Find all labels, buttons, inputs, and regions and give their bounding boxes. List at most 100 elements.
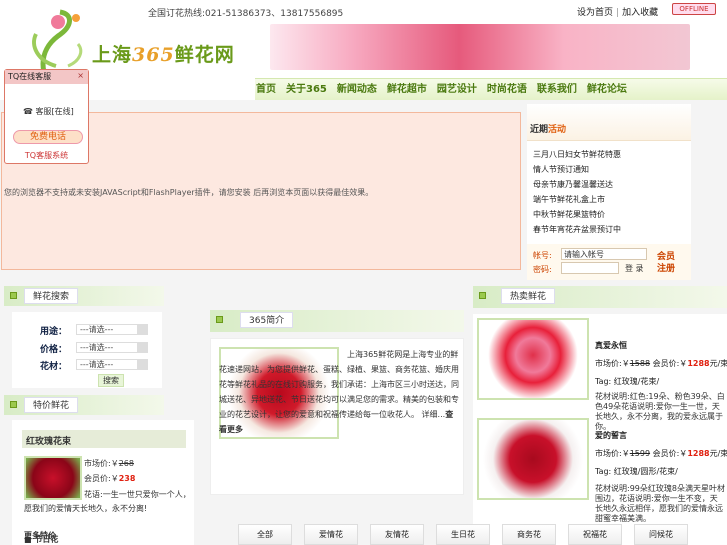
hot-price: 市场价:￥1599 会员价:￥1288元/束: [595, 448, 727, 459]
new-price-label: 会员价:￥: [652, 449, 688, 458]
price-select[interactable]: ---请选---: [76, 342, 148, 353]
add-favorite-link[interactable]: 加入收藏: [622, 8, 658, 18]
tab-love[interactable]: 爱情花: [304, 524, 358, 545]
special-description: 花语:一生一世只爱你一个人，愿我们的爱情天长地久，永不分离!: [24, 490, 191, 513]
tq-chat-widget: TQ在线客服 × ☎ 客服[在线] 免费电话 TQ客服系统: [4, 69, 89, 164]
hot-tag[interactable]: Tag: 红玫瑰/花束/: [595, 376, 659, 387]
hot-product-image[interactable]: [477, 418, 589, 500]
close-icon[interactable]: ×: [77, 71, 84, 80]
nav-about[interactable]: 关于365: [286, 80, 327, 98]
password-input[interactable]: [561, 262, 619, 274]
chevron-down-icon: [137, 360, 147, 369]
old-price-value: 1588: [629, 359, 651, 368]
qq-status-badge[interactable]: OFFLINE: [672, 3, 716, 15]
section-bullet-icon: [10, 292, 17, 299]
search-button[interactable]: 搜索: [98, 374, 124, 387]
material-select-value: ---请选---: [80, 360, 114, 369]
news-title: 近期活动: [527, 104, 691, 141]
logo-suffix: 鲜花网: [174, 44, 235, 66]
tab-all[interactable]: 全部: [238, 524, 292, 545]
about-section-header: 365简介: [210, 310, 464, 332]
hot-tag[interactable]: Tag: 红玫瑰/圆形/花束/: [595, 466, 678, 477]
news-item[interactable]: 中秋节鲜花果篮特价: [533, 207, 691, 222]
news-title-b: 活动: [548, 125, 567, 135]
password-label: 密码:: [533, 265, 552, 274]
nav-shop[interactable]: 鲜花超市: [387, 80, 427, 98]
special-panel: 红玫瑰花束 市场价:￥268 会员价:￥238 花语:一生一世只爱你一个人，愿我…: [12, 420, 194, 545]
hot-product-name[interactable]: 真爱永恒: [595, 340, 627, 351]
news-item[interactable]: 端午节鲜花礼盒上市: [533, 192, 691, 207]
news-item[interactable]: 情人节预订通知: [533, 162, 691, 177]
set-homepage-link[interactable]: 设为首页: [577, 8, 613, 18]
tab-friendship[interactable]: 友情花: [370, 524, 424, 545]
about-text: 上海365鲜花网是上海专业的鲜花速递网站，为您提供鲜花、蛋糕、绿植、果篮、商务花…: [219, 347, 459, 437]
tq-qq-link[interactable]: ☎ 客服[在线]: [23, 106, 74, 117]
section-bullet-icon: [10, 401, 17, 408]
about-panel: 上海365鲜花网是上海专业的鲜花速递网站，为您提供鲜花、蛋糕、绿植、果篮、商务花…: [210, 338, 464, 495]
special-old-price: 市场价:￥268: [84, 458, 134, 469]
username-label: 帐号:: [533, 251, 552, 260]
hot-product-name[interactable]: 爱的誓言: [595, 430, 627, 441]
phone-icon: ☎: [23, 107, 33, 116]
usage-select[interactable]: ---请选---: [76, 324, 148, 335]
register-link[interactable]: 注册: [657, 263, 675, 275]
special-title: 特价鲜花: [24, 397, 79, 413]
tq-title: TQ在线客服: [5, 70, 88, 84]
nav-garden[interactable]: 园艺设计: [437, 80, 477, 98]
news-panel: 近期活动 三月八日妇女节鲜花特惠 情人节预订通知 母亲节康乃馨温馨送达 端午节鲜…: [527, 104, 691, 244]
new-price-value: 238: [118, 474, 136, 483]
login-panel: 帐号: 请输入帐号 密码: 登 录 会员 注册: [527, 244, 691, 280]
hot-price: 市场价:￥1588 会员价:￥1288元/束: [595, 358, 727, 369]
tab-birthday[interactable]: 生日花: [436, 524, 490, 545]
price-unit: 元/束: [709, 449, 727, 458]
old-price-label: 市场价:￥: [84, 459, 119, 468]
username-input[interactable]: 请输入帐号: [561, 248, 647, 260]
search-title: 鲜花搜索: [24, 288, 79, 304]
member-link[interactable]: 会员: [657, 251, 675, 263]
tab-business[interactable]: 商务花: [502, 524, 556, 545]
nav-forum[interactable]: 鲜花论坛: [587, 80, 627, 98]
news-item[interactable]: 春节年宵花卉盆景预订中: [533, 222, 691, 237]
price-select-value: ---请选---: [80, 343, 114, 352]
news-item[interactable]: 三月八日妇女节鲜花特惠: [533, 147, 691, 162]
search-panel: 用途： ---请选--- 价格： ---请选--- 花材： ---请选--- 搜…: [12, 312, 162, 388]
section-bullet-icon: [216, 316, 223, 323]
material-label: 花材：: [40, 362, 68, 372]
new-price-value: 1288: [687, 359, 710, 368]
special-section-header: 特价鲜花: [4, 395, 164, 415]
hot-description: 花材说明:红色:19朵、粉色39朵、白色49朵花语说明:爱你一生一世，天长地久，…: [595, 392, 725, 431]
new-price-value: 1288: [687, 449, 710, 458]
site-logo[interactable]: 上海365鲜花网: [92, 40, 235, 67]
special-product-name[interactable]: 红玫瑰花束: [22, 430, 186, 448]
hot-product-image[interactable]: [477, 318, 589, 400]
nav-contact[interactable]: 联系我们: [537, 80, 577, 98]
hot-section-header: 热卖鲜花: [473, 286, 727, 308]
news-item[interactable]: 母亲节康乃馨温馨送达: [533, 177, 691, 192]
tab-greeting[interactable]: 问候花: [634, 524, 688, 545]
nav-flower-language[interactable]: 时尚花语: [487, 80, 527, 98]
usage-label: 用途：: [40, 327, 68, 337]
hot-title: 热卖鲜花: [501, 288, 556, 304]
old-price-value: 268: [118, 459, 134, 468]
roses-banner-image: [270, 24, 690, 70]
member-register[interactable]: 会员 注册: [657, 251, 675, 275]
material-select[interactable]: ---请选---: [76, 359, 148, 370]
price-unit: 元/束: [709, 359, 727, 368]
login-button[interactable]: 登 录: [625, 263, 644, 274]
hot-description: 花材说明:99朵红玫瑰8朵满天星叶材围边，花语说明:爱你一生不变，天长地久永远相…: [595, 484, 725, 523]
free-call-button[interactable]: 免费电话: [13, 130, 83, 144]
top-links: 设为首页 | 加入收藏: [577, 8, 659, 18]
hotline-text: 全国订花热线:021-51386373、13817556895: [148, 9, 344, 19]
about-title: 365简介: [240, 312, 294, 328]
section-bullet-icon: [479, 292, 486, 299]
nav-news[interactable]: 新闻动态: [337, 80, 377, 98]
nav-home[interactable]: 首页: [256, 80, 276, 98]
price-label: 价格：: [40, 345, 68, 355]
flash-message: 您的浏览器不支持或未安装JAVAScript和FlashPlayer插件，请您安…: [4, 188, 374, 197]
hot-panel: 真爱永恒 市场价:￥1588 会员价:￥1288元/束 Tag: 红玫瑰/花束/…: [473, 314, 727, 545]
bottom-left-item[interactable]: ■ 节日花: [24, 534, 58, 545]
new-price-label: 会员价:￥: [652, 359, 688, 368]
tab-blessing[interactable]: 祝福花: [568, 524, 622, 545]
about-body: 上海365鲜花网是上海专业的鲜花速递网站，为您提供鲜花、蛋糕、绿植、果篮、商务花…: [219, 350, 459, 419]
news-list: 三月八日妇女节鲜花特惠 情人节预订通知 母亲节康乃馨温馨送达 端午节鲜花礼盒上市…: [527, 141, 691, 237]
